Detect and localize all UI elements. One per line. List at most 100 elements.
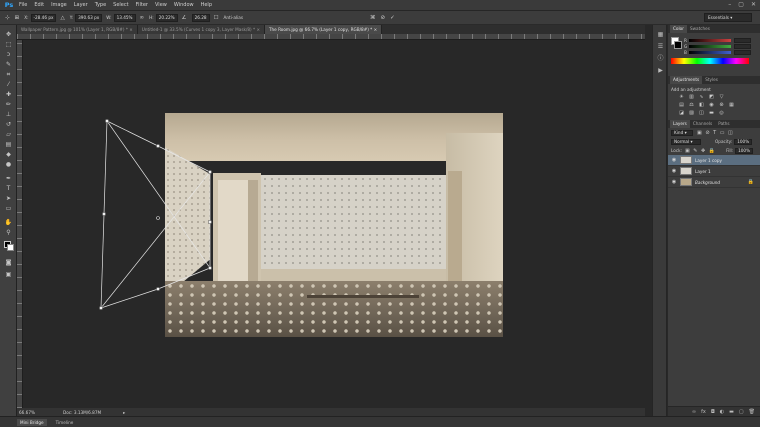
relative-position-icon[interactable]: △ xyxy=(60,15,64,21)
fill-field[interactable]: 100% xyxy=(735,147,754,154)
menu-type[interactable]: Type xyxy=(95,2,106,8)
properties-panel-icon[interactable]: ☰ xyxy=(656,43,665,51)
exposure-icon[interactable]: ◩ xyxy=(708,94,715,100)
tab-styles[interactable]: Styles xyxy=(702,76,721,84)
menu-view[interactable]: View xyxy=(155,2,167,8)
blend-mode-select[interactable]: Normal ▾ xyxy=(671,138,701,145)
stamp-tool-icon[interactable]: ⊥ xyxy=(3,111,14,119)
new-group-icon[interactable]: ▬ xyxy=(729,409,734,415)
trash-icon[interactable]: 🗑 xyxy=(749,409,755,415)
path-select-tool-icon[interactable]: ➤ xyxy=(3,195,14,203)
pen-tool-icon[interactable]: ✒ xyxy=(3,175,14,183)
w-field[interactable]: 13.45% xyxy=(113,13,136,22)
color-spectrum-bar[interactable] xyxy=(671,58,749,64)
b-value-field[interactable] xyxy=(734,49,751,55)
color-swatches-icon[interactable] xyxy=(3,241,14,251)
color-balance-icon[interactable]: ⚖ xyxy=(688,102,695,108)
tab-untitled-1[interactable]: Untitled-1 @ 33.5% (Curves 1 copy 3, Lay… xyxy=(137,25,265,34)
eye-icon[interactable]: ◉ xyxy=(671,157,677,163)
history-panel-icon[interactable]: ▦ xyxy=(656,31,665,39)
selective-color-icon[interactable]: ◎ xyxy=(718,110,725,116)
eraser-tool-icon[interactable]: ▱ xyxy=(3,131,14,139)
healing-tool-icon[interactable]: ✚ xyxy=(3,91,14,99)
tab-timeline[interactable]: Timeline xyxy=(53,419,77,426)
type-tool-icon[interactable]: T xyxy=(3,185,14,193)
x-field[interactable]: -28.46 px xyxy=(30,13,57,22)
g-value-field[interactable] xyxy=(734,43,751,49)
move-tool-icon[interactable]: ✥ xyxy=(3,31,14,39)
menu-file[interactable]: File xyxy=(19,2,27,8)
layer-row-layer-1[interactable]: ◉ Layer 1 xyxy=(668,166,760,177)
dodge-tool-icon[interactable]: ● xyxy=(3,161,14,169)
status-menu-arrow-icon[interactable]: ▸ xyxy=(123,410,125,415)
tab-adjustments[interactable]: Adjustments xyxy=(670,76,703,84)
lasso-tool-icon[interactable]: ↄ xyxy=(3,51,14,59)
threshold-icon[interactable]: ◫ xyxy=(698,110,705,116)
info-panel-icon[interactable]: ⓘ xyxy=(656,55,665,63)
brush-tool-icon[interactable]: ✏ xyxy=(3,101,14,109)
shape-tool-icon[interactable]: ▭ xyxy=(3,205,14,213)
eye-icon[interactable]: ◉ xyxy=(671,168,677,174)
new-layer-icon[interactable]: ▢ xyxy=(739,409,744,415)
angle-field[interactable]: 26.28 xyxy=(191,13,210,22)
zoom-tool-icon[interactable]: ⚲ xyxy=(3,229,14,237)
g-slider[interactable] xyxy=(689,44,731,48)
reference-point-icon[interactable]: ⊞ xyxy=(15,15,20,21)
b-slider[interactable] xyxy=(689,50,731,54)
menu-edit[interactable]: Edit xyxy=(34,2,44,8)
zoom-level[interactable]: 66.67% xyxy=(19,410,43,415)
room-photo[interactable] xyxy=(165,113,503,337)
black-white-icon[interactable]: ◧ xyxy=(698,102,705,108)
screen-mode-icon[interactable]: ▣ xyxy=(3,271,14,279)
antialias-checkbox-icon[interactable]: ☐ xyxy=(214,15,219,21)
menu-layer[interactable]: Layer xyxy=(74,2,88,8)
quick-select-tool-icon[interactable]: ✎ xyxy=(3,61,14,69)
menu-image[interactable]: Image xyxy=(51,2,67,8)
background-color-swatch[interactable] xyxy=(674,41,682,49)
link-icon[interactable]: ∞ xyxy=(140,15,145,21)
tab-color[interactable]: Color xyxy=(670,25,687,33)
close-button[interactable]: ✕ xyxy=(751,1,756,8)
opacity-field[interactable]: 100% xyxy=(734,138,753,145)
r-slider[interactable] xyxy=(689,38,731,42)
brightness-contrast-icon[interactable]: ☀ xyxy=(678,94,685,100)
r-value-field[interactable] xyxy=(734,37,751,43)
workspace-select[interactable]: Essentials ▾ xyxy=(704,13,752,22)
history-brush-tool-icon[interactable]: ↺ xyxy=(3,121,14,129)
layer-row-layer-1-copy[interactable]: ◉ Layer 1 copy xyxy=(668,155,760,166)
color-lookup-icon[interactable]: ▦ xyxy=(728,102,735,108)
cancel-transform-icon[interactable]: ⊘ xyxy=(381,15,386,21)
tab-layers[interactable]: Layers xyxy=(670,120,690,128)
fx-icon[interactable]: fx xyxy=(701,409,706,415)
gradient-map-icon[interactable]: ▬ xyxy=(708,110,715,116)
filter-icons[interactable]: ▣ ⊘ T ▭ ◫ xyxy=(697,130,734,136)
tab-wallpaper-pattern[interactable]: Wallpaper Pattern.jpg @ 101% (Layer 1, R… xyxy=(17,25,138,34)
tab-mini-bridge[interactable]: Mini Bridge xyxy=(17,418,47,426)
crop-tool-icon[interactable]: ⌗ xyxy=(3,71,14,79)
commit-transform-icon[interactable]: ✓ xyxy=(390,15,395,21)
minimize-button[interactable]: – xyxy=(728,1,731,8)
menu-select[interactable]: Select xyxy=(113,2,128,8)
menu-help[interactable]: Help xyxy=(201,2,212,8)
new-adjustment-icon[interactable]: ◐ xyxy=(720,409,724,415)
actions-panel-icon[interactable]: ▶ xyxy=(656,67,665,75)
eye-icon[interactable]: ◉ xyxy=(671,179,677,185)
h-field[interactable]: 20.22% xyxy=(155,13,178,22)
photo-filter-icon[interactable]: ◉ xyxy=(708,102,715,108)
marquee-tool-icon[interactable]: ⬚ xyxy=(3,41,14,49)
channel-mixer-icon[interactable]: ⊛ xyxy=(718,102,725,108)
quick-mask-icon[interactable]: ◙ xyxy=(3,259,14,267)
menu-window[interactable]: Window xyxy=(174,2,194,8)
eyedropper-tool-icon[interactable]: ⁄ xyxy=(3,81,14,89)
warp-icon[interactable]: ⌘ xyxy=(370,15,376,21)
maximize-button[interactable]: ▢ xyxy=(738,1,744,8)
tab-channels[interactable]: Channels xyxy=(690,120,715,128)
add-mask-icon[interactable]: ◘ xyxy=(711,409,715,415)
hue-saturation-icon[interactable]: ▤ xyxy=(678,102,685,108)
vibrance-icon[interactable]: ▽ xyxy=(718,94,725,100)
tab-swatches[interactable]: Swatches xyxy=(687,25,713,33)
menu-filter[interactable]: Filter xyxy=(136,2,148,8)
lock-icons[interactable]: ▣ ✎ ✥ 🔒 xyxy=(685,148,716,154)
tab-the-room[interactable]: The Room.jpg @ 66.7% (Layer 1 copy, RGB/… xyxy=(264,25,383,34)
kind-filter-select[interactable]: Kind ▾ xyxy=(671,129,693,136)
